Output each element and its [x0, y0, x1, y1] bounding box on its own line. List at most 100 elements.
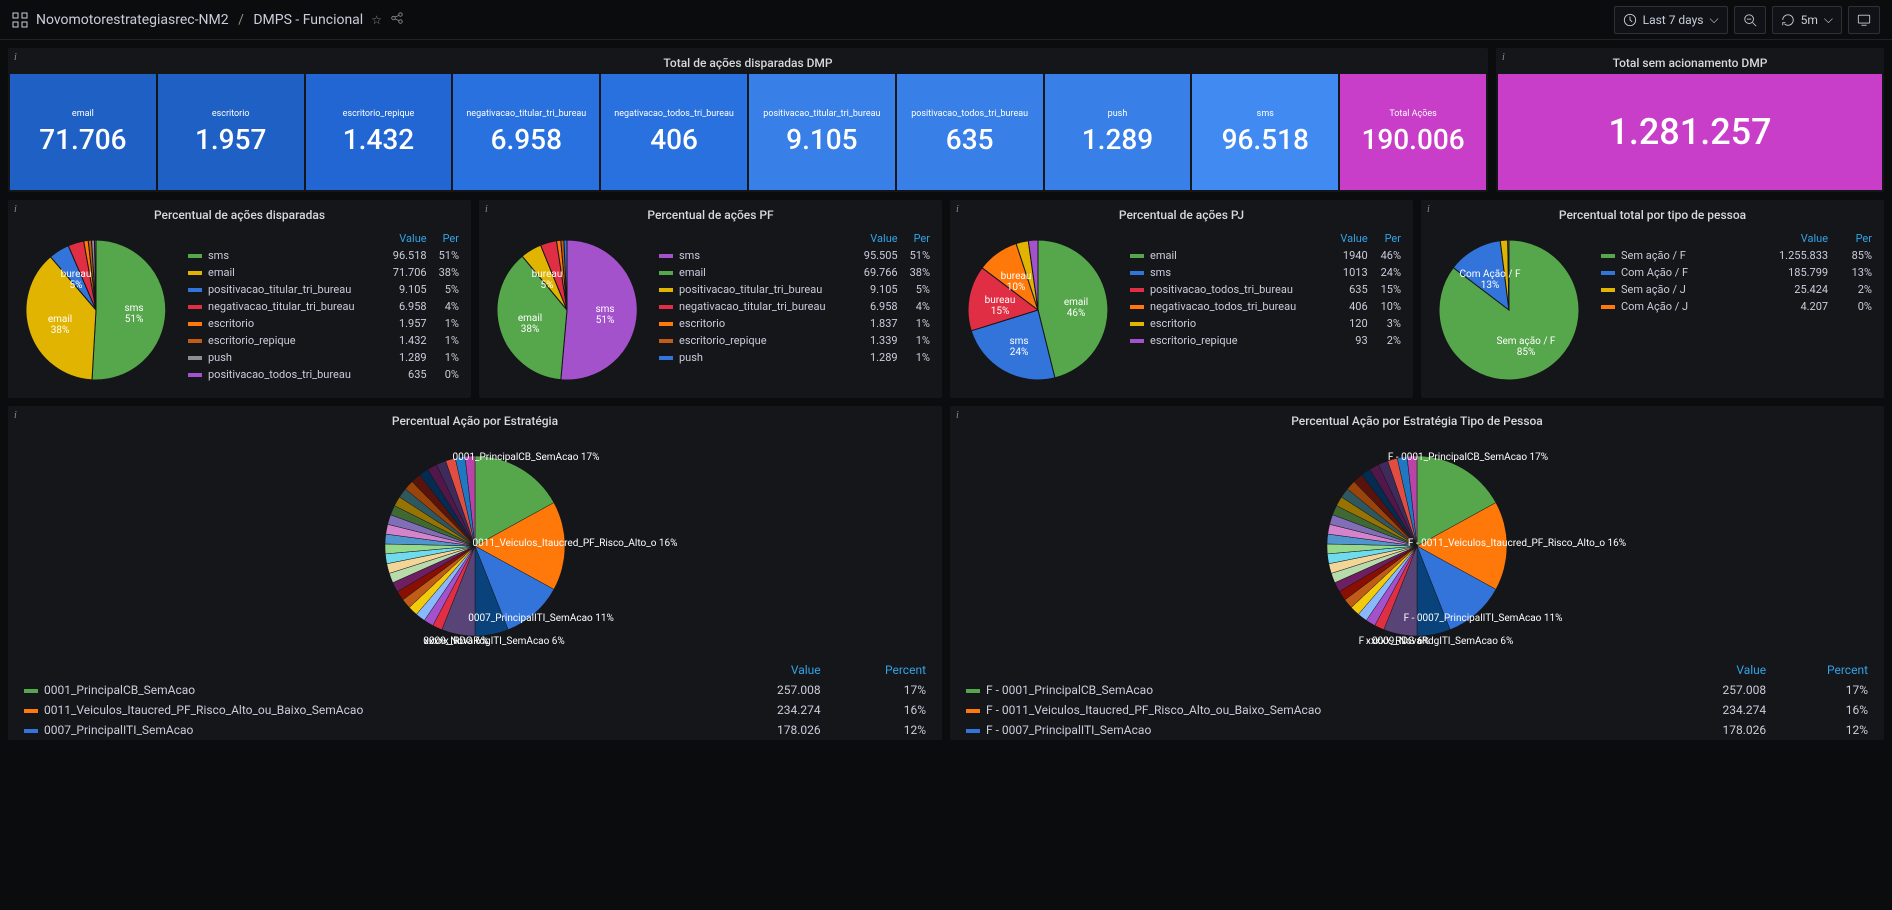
time-picker-button[interactable]: Last 7 days ⌵ [1614, 6, 1728, 34]
legend-row[interactable]: escritorio1203% [1126, 315, 1405, 332]
clock-icon [1623, 13, 1637, 27]
svg-text:bureau: bureau [1001, 271, 1032, 282]
stat-tile[interactable]: escritorio1.957 [158, 74, 304, 190]
legend-row[interactable]: Com Ação / J4.2070% [1597, 298, 1876, 315]
stat-tile[interactable]: email71.706 [10, 74, 156, 190]
stat-tile[interactable]: negativacao_todos_tri_bureau406 [601, 74, 747, 190]
pie-chart[interactable]: F - 0001_PrincipalCB_SemAcao 17%F - 0011… [1157, 436, 1677, 656]
col-percent: Per [431, 230, 463, 247]
col-value: Value [383, 230, 431, 247]
legend-row[interactable]: negativacao_titular_tri_bureau6.9584% [184, 298, 463, 315]
panel-title: Percentual de ações PF [479, 200, 942, 226]
legend-row[interactable]: negativacao_todos_tri_bureau40610% [1126, 298, 1405, 315]
stat-label: push [1106, 109, 1130, 119]
pie-chart[interactable]: email46%sms24%bureau15%bureau10% [958, 230, 1118, 390]
svg-text:sms: sms [595, 304, 614, 315]
svg-text:0001_PrincipalCB_SemAcao 17%: 0001_PrincipalCB_SemAcao 17% [452, 452, 599, 463]
info-icon[interactable]: i [1427, 204, 1430, 215]
legend-row[interactable]: 0001_PrincipalCB_SemAcao257.00817% [18, 680, 932, 700]
stat-tile[interactable]: positivacao_titular_tri_bureau9.105 [749, 74, 895, 190]
stat-label: negativacao_todos_tri_bureau [612, 109, 736, 119]
legend-row[interactable]: push1.2891% [184, 349, 463, 366]
zoom-out-button[interactable] [1734, 6, 1766, 34]
svg-text:F - 0001_PrincipalCB_SemAcao 1: F - 0001_PrincipalCB_SemAcao 17% [1388, 452, 1548, 463]
breadcrumb-folder[interactable]: Novomotorestrategiasrec-NM2 [36, 12, 229, 28]
info-icon[interactable]: i [956, 410, 959, 421]
legend-row[interactable]: sms95.50551% [655, 247, 934, 264]
svg-text:24%: 24% [1010, 347, 1029, 358]
legend-row[interactable]: 0011_Veiculos_Itaucred_PF_Risco_Alto_ou_… [18, 700, 932, 720]
legend: ValuePersms95.50551%email69.76638%positi… [655, 230, 934, 366]
legend-row[interactable]: email71.70638% [184, 264, 463, 281]
legend-row[interactable]: push1.2891% [655, 349, 934, 366]
cycle-view-button[interactable] [1848, 6, 1880, 34]
info-icon[interactable]: i [1502, 52, 1505, 63]
legend-row[interactable]: escritorio_repique932% [1126, 332, 1405, 349]
legend-row[interactable]: escritorio_repique1.4321% [184, 332, 463, 349]
legend-row[interactable]: positivacao_todos_tri_bureau63515% [1126, 281, 1405, 298]
pie-chart[interactable]: 0001_PrincipalCB_SemAcao 17% 0011_Veiculo… [215, 436, 735, 656]
panel-total-sem-acionamento: i Total sem acionamento DMP 1.281.257 [1496, 48, 1884, 192]
info-icon[interactable]: i [956, 204, 959, 215]
pie-panel: i Percentual de ações PF sms51%email38%b… [479, 200, 942, 398]
svg-text:email: email [48, 314, 72, 325]
legend-row[interactable]: Com Ação / F185.79913% [1597, 264, 1876, 281]
zoom-out-icon [1743, 13, 1757, 27]
legend-row[interactable]: sms96.51851% [184, 247, 463, 264]
star-icon[interactable]: ☆ [371, 13, 382, 27]
col-value: Value [1330, 230, 1371, 247]
legend-row[interactable]: positivacao_titular_tri_bureau9.1055% [655, 281, 934, 298]
legend-row[interactable]: email69.76638% [655, 264, 934, 281]
share-icon[interactable] [390, 11, 404, 28]
pie-panel: i Percentual de ações PJ email46%sms24%b… [950, 200, 1413, 398]
legend-row[interactable]: escritorio1.9571% [184, 315, 463, 332]
info-icon[interactable]: i [14, 204, 17, 215]
panel-total-acoes: i Total de ações disparadas DMP email71.… [8, 48, 1488, 192]
col-value: Value [1744, 230, 1832, 247]
svg-text:10%: 10% [1007, 282, 1026, 293]
stat-tile[interactable]: negativacao_titular_tri_bureau6.958 [453, 74, 599, 190]
legend-row[interactable]: F - 0007_PrincipalITI_SemAcao178.02612% [960, 720, 1874, 740]
info-icon[interactable]: i [14, 410, 17, 421]
info-icon[interactable]: i [485, 204, 488, 215]
stat-tile[interactable]: push1.289 [1045, 74, 1191, 190]
legend-row[interactable]: Sem ação / J25.4242% [1597, 281, 1876, 298]
svg-text:5%: 5% [541, 280, 554, 291]
panel-title: Total sem acionamento DMP [1496, 48, 1884, 74]
col-percent: Per [1372, 230, 1405, 247]
legend-row[interactable]: positivacao_todos_tri_bureau6350% [184, 366, 463, 383]
legend-row[interactable]: F - 0001_PrincipalCB_SemAcao257.00817% [960, 680, 1874, 700]
svg-text:sms: sms [1009, 336, 1028, 347]
legend-row[interactable]: F - 0011_Veiculos_Itaucred_PF_Risco_Alto… [960, 700, 1874, 720]
pie-chart[interactable]: Sem ação / F85%Com Ação / F13% [1429, 230, 1589, 390]
stat-value: 190.006 [1361, 123, 1464, 156]
breadcrumb-title[interactable]: DMPS - Funcional [253, 12, 363, 28]
svg-text:13%: 13% [1481, 280, 1500, 291]
stat-tile[interactable]: sms96.518 [1192, 74, 1338, 190]
svg-text:bureau: bureau [985, 295, 1016, 306]
legend-row[interactable]: 0007_PrincipalITI_SemAcao178.02612% [18, 720, 932, 740]
svg-text:0011_Veiculos_Itaucred_PF_Risc: 0011_Veiculos_Itaucred_PF_Risco_Alto_o 1… [472, 538, 677, 549]
svg-text:xxxxx_RDG 6%: xxxxx_RDG 6% [1366, 636, 1430, 647]
legend-row[interactable]: email194046% [1126, 247, 1405, 264]
stat-tile[interactable]: Total Ações190.006 [1340, 74, 1486, 190]
legend-row[interactable]: escritorio1.8371% [655, 315, 934, 332]
svg-text:51%: 51% [125, 314, 144, 325]
legend-row[interactable]: Sem ação / F1.255.83385% [1597, 247, 1876, 264]
refresh-button[interactable]: 5m ⌵ [1772, 6, 1842, 34]
legend-row[interactable]: negativacao_titular_tri_bureau6.9584% [655, 298, 934, 315]
legend-row[interactable]: positivacao_titular_tri_bureau9.1055% [184, 281, 463, 298]
svg-text:sms: sms [124, 303, 143, 314]
svg-text:Sem ação / F: Sem ação / F [1497, 335, 1556, 347]
breadcrumb[interactable]: Novomotorestrategiasrec-NM2 / DMPS - Fun… [36, 12, 363, 28]
info-icon[interactable]: i [14, 52, 17, 63]
stat-label: sms [1255, 109, 1276, 119]
pie-chart[interactable]: sms51%email38%bureau5% [16, 230, 176, 390]
col-percent: Percent [827, 660, 932, 680]
stat-tile[interactable]: escritorio_repique1.432 [306, 74, 452, 190]
svg-text:38%: 38% [51, 325, 70, 336]
stat-tile[interactable]: positivacao_todos_tri_bureau635 [897, 74, 1043, 190]
legend-row[interactable]: sms101324% [1126, 264, 1405, 281]
legend-row[interactable]: escritorio_repique1.3391% [655, 332, 934, 349]
pie-chart[interactable]: sms51%email38%bureau5% [487, 230, 647, 390]
